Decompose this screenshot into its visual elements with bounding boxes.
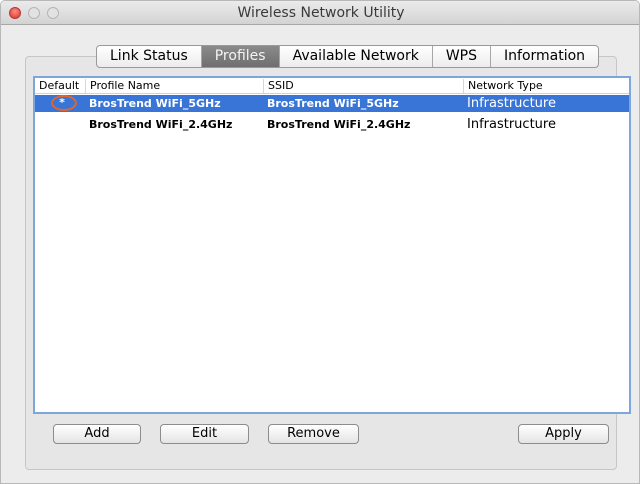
- tab-information[interactable]: Information: [491, 46, 598, 67]
- profile-name-cell: BrosTrend WiFi_2.4GHz: [89, 118, 233, 131]
- tab-wps[interactable]: WPS: [433, 46, 492, 67]
- tab-profiles[interactable]: Profiles: [201, 46, 280, 67]
- tab-link-status[interactable]: Link Status: [97, 46, 202, 67]
- default-cell: [49, 117, 75, 131]
- network-type-cell: Infrastructure: [467, 117, 556, 132]
- ssid-cell: BrosTrend WiFi_5GHz: [267, 97, 399, 110]
- ssid-cell: BrosTrend WiFi_2.4GHz: [267, 118, 411, 131]
- table-row[interactable]: BrosTrend WiFi_2.4GHz BrosTrend WiFi_2.4…: [35, 116, 629, 133]
- edit-button[interactable]: Edit: [160, 424, 249, 444]
- table-header: Default Profile Name SSID Network Type: [35, 78, 629, 94]
- window-title: Wireless Network Utility: [237, 5, 405, 21]
- tab-bar: Link Status Profiles Available Network W…: [96, 45, 600, 68]
- table-row[interactable]: * BrosTrend WiFi_5GHz BrosTrend WiFi_5GH…: [35, 95, 629, 112]
- column-header-ssid[interactable]: SSID: [263, 79, 463, 93]
- title-bar: Wireless Network Utility: [1, 1, 639, 25]
- column-header-profile-name[interactable]: Profile Name: [85, 79, 263, 93]
- apply-button[interactable]: Apply: [518, 424, 609, 444]
- network-type-cell: Infrastructure: [467, 96, 556, 111]
- profiles-table: Default Profile Name SSID Network Type *…: [33, 76, 631, 414]
- tab-available-network[interactable]: Available Network: [280, 46, 433, 67]
- add-button[interactable]: Add: [53, 424, 141, 444]
- default-star-icon: *: [59, 96, 65, 109]
- wireless-utility-window: Wireless Network Utility Link Status Pro…: [0, 0, 640, 484]
- column-header-network-type[interactable]: Network Type: [463, 79, 629, 93]
- column-header-default[interactable]: Default: [35, 79, 85, 93]
- remove-button[interactable]: Remove: [268, 424, 359, 444]
- profile-name-cell: BrosTrend WiFi_5GHz: [89, 97, 221, 110]
